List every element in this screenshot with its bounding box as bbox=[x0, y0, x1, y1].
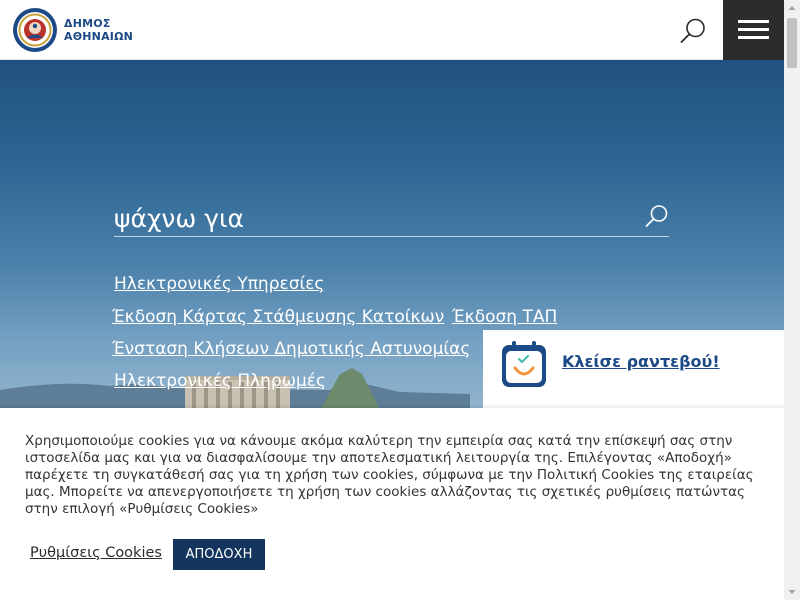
hamburger-menu-icon bbox=[738, 20, 769, 23]
hero-search-icon[interactable] bbox=[644, 203, 670, 229]
site-header: ΔΗΜΟΣ ΑΘΗΝΑΙΩΝ bbox=[0, 0, 784, 60]
hero-search-input[interactable] bbox=[114, 200, 634, 236]
city-seal-icon bbox=[13, 8, 57, 52]
logo-text: ΔΗΜΟΣ ΑΘΗΝΑΙΩΝ bbox=[64, 17, 133, 43]
hamburger-menu-icon bbox=[738, 36, 769, 39]
link-tap-issue[interactable]: Έκδοση ΤΑΠ bbox=[452, 307, 557, 327]
hamburger-menu-button[interactable] bbox=[723, 0, 784, 60]
logo-line2: ΑΘΗΝΑΙΩΝ bbox=[64, 30, 134, 43]
hero-search-box bbox=[114, 200, 669, 237]
link-electronic-payments[interactable]: Ηλεκτρονικές Πληρωμές bbox=[114, 371, 326, 391]
hamburger-menu-icon bbox=[738, 28, 769, 31]
appointment-link[interactable]: Κλείσε ραντεβού! bbox=[562, 352, 720, 371]
cookie-accept-button[interactable]: ΑΠΟΔΟΧΗ bbox=[173, 539, 265, 570]
scroll-down-arrow-icon[interactable] bbox=[784, 584, 800, 600]
logo-line1: ΔΗΜΟΣ bbox=[64, 17, 111, 30]
link-fine-appeal[interactable]: Ένσταση Κλήσεων Δημοτικής Αστυνομίας bbox=[112, 339, 470, 359]
appointment-widget[interactable]: Κλείσε ραντεβού! bbox=[483, 330, 784, 410]
site-logo[interactable]: ΔΗΜΟΣ ΑΘΗΝΑΙΩΝ bbox=[12, 7, 133, 53]
page-scrollbar[interactable] bbox=[784, 0, 800, 600]
cookie-settings-link[interactable]: Ρυθμίσεις Cookies bbox=[30, 545, 162, 561]
scrollbar-thumb[interactable] bbox=[787, 18, 797, 68]
calendar-smile-icon bbox=[502, 341, 546, 387]
scroll-up-arrow-icon[interactable] bbox=[784, 0, 800, 16]
search-icon[interactable] bbox=[678, 16, 708, 46]
cookie-notice-text: Χρησιμοποιούμε cookies για να κάνουμε ακ… bbox=[25, 433, 754, 517]
cookie-consent-banner: Χρησιμοποιούμε cookies για να κάνουμε ακ… bbox=[0, 408, 784, 600]
link-electronic-services[interactable]: Ηλεκτρονικές Υπηρεσίες bbox=[114, 274, 324, 294]
page: ΔΗΜΟΣ ΑΘΗΝΑΙΩΝ ψάχνω για Ηλεκτρονικές Υπ… bbox=[0, 0, 800, 600]
link-parking-card[interactable]: Έκδοση Κάρτας Στάθμευσης Κατοίκων bbox=[112, 307, 444, 327]
